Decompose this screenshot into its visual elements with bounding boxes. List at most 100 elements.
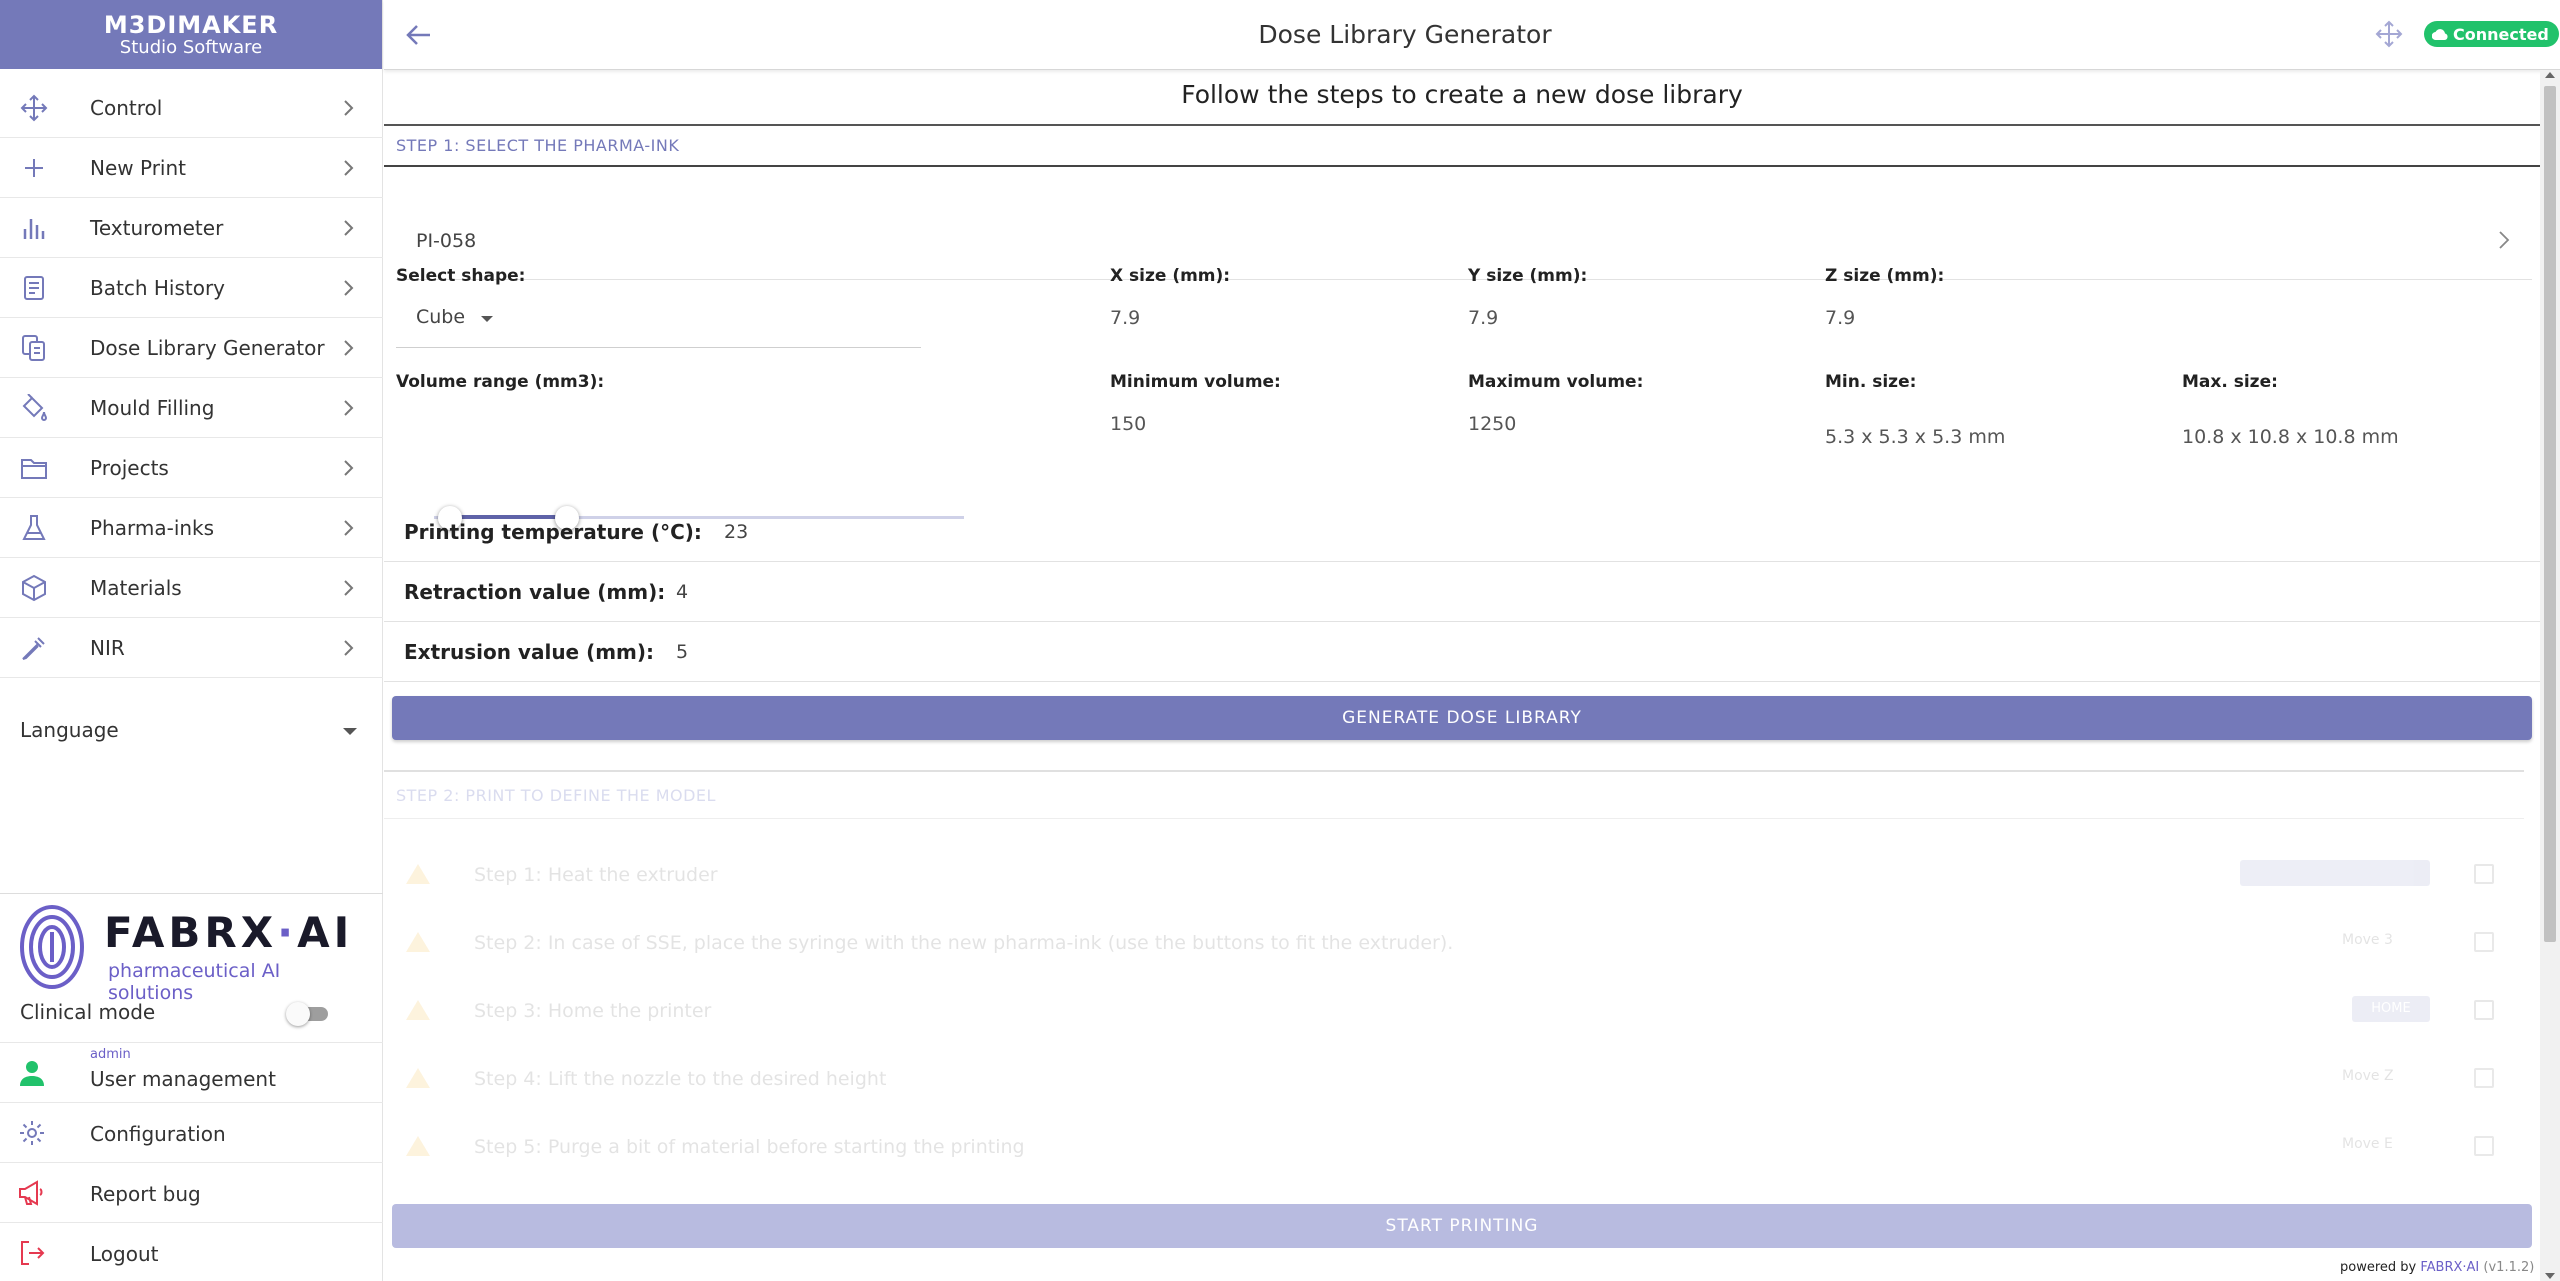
substep-lift-nozzle: Step 4: Lift the nozzle to the desired h… [384,1054,2540,1114]
footer-brand-link[interactable]: FABRX·AI [2420,1260,2479,1275]
nav-item-control[interactable]: Control [0,78,383,138]
folder-icon [20,454,48,482]
nav-item-mould-filling[interactable]: Mould Filling [0,378,383,438]
language-label: Language [20,718,119,742]
chevron-right-icon [344,519,354,536]
y-size-value[interactable]: 7.9 [1468,307,1498,329]
substep-heat-extruder: Step 1: Heat the extruder [384,850,2540,910]
move-button-label[interactable]: Move E [2342,1136,2393,1152]
plus-icon [20,154,48,182]
fingerprint-icon [20,905,84,989]
clinical-mode-toggle[interactable] [286,1002,330,1026]
flask-icon [20,514,48,542]
substep-text: Step 2: In case of SSE, place the syring… [474,932,1454,954]
warning-icon [406,1000,430,1020]
chevron-right-icon [344,99,354,116]
nav-item-dose-library-generator[interactable]: Dose Library Generator [0,318,383,378]
max-volume-value[interactable]: 1250 [1468,413,1516,435]
pharma-ink-value: PI-058 [416,230,477,252]
substep-checkbox[interactable] [2474,932,2494,952]
x-size-label: X size (mm): [1110,266,1231,286]
logout-label: Logout [90,1242,159,1266]
printing-temperature-row: Printing temperature (°C): 23 [384,502,2540,562]
select-shape-label: Select shape: [396,266,526,286]
toggle-knob [286,1002,310,1026]
start-printing-button[interactable]: START PRINTING [392,1204,2532,1248]
user-management-item[interactable]: admin User management [0,1042,383,1102]
generate-dose-library-button[interactable]: GENERATE DOSE LIBRARY [392,696,2532,740]
language-select[interactable]: Language [0,700,383,760]
nav-item-pharma-inks[interactable]: Pharma-inks [0,498,383,558]
extrusion-value[interactable]: 5 [676,641,688,663]
configuration-label: Configuration [90,1122,226,1146]
clinical-mode-label: Clinical mode [20,1000,156,1024]
substep-text: Step 1: Heat the extruder [474,864,718,886]
move-button-label[interactable]: Move 3 [2342,932,2393,948]
nav-item-texturometer[interactable]: Texturometer [0,198,383,258]
nav-item-batch-history[interactable]: Batch History [0,258,383,318]
nav-label: Texturometer [90,215,224,240]
min-volume-value[interactable]: 150 [1110,413,1146,435]
move-button-label[interactable]: Move Z [2342,1068,2394,1084]
home-button[interactable]: HOME [2352,996,2430,1022]
configuration-item[interactable]: Configuration [0,1102,383,1162]
retraction-row: Retraction value (mm): 4 [384,562,2540,622]
scroll-up-icon[interactable] [2545,72,2555,78]
divider [384,165,2540,167]
brand-tagline: pharmaceutical AI solutions [108,960,281,1004]
pharma-ink-selector[interactable]: PI-058 [396,220,2532,280]
nav-label: NIR [90,635,125,660]
z-size-value[interactable]: 7.9 [1825,307,1855,329]
logout-icon [18,1239,46,1267]
warning-icon [406,1068,430,1088]
pipette-icon [20,634,48,662]
substep-place-syringe: Step 2: In case of SSE, place the syring… [384,918,2540,978]
document-icon [20,274,48,302]
user-management-label: User management [90,1067,276,1091]
nav-label: Materials [90,575,182,600]
volume-range-label: Volume range (mm3): [396,372,605,392]
max-size-value: 10.8 x 10.8 x 10.8 mm [2182,426,2399,448]
chevron-right-icon [344,219,354,236]
substep-text: Step 3: Home the printer [474,1000,712,1022]
move-arrows-icon[interactable] [2374,19,2404,49]
user-icon [18,1059,46,1087]
app-header[interactable]: M3DIMAKER Studio Software [0,0,382,69]
scroll-down-icon[interactable] [2545,1273,2555,1279]
report-bug-item[interactable]: Report bug [0,1162,383,1222]
retraction-label: Retraction value (mm): [404,580,666,604]
nav-item-nir[interactable]: NIR [0,618,383,678]
chevron-right-icon [344,399,354,416]
min-size-value: 5.3 x 5.3 x 5.3 mm [1825,426,2006,448]
heat-extruder-button[interactable] [2240,860,2430,886]
page-subtitle: Follow the steps to create a new dose li… [1181,80,1743,109]
y-size-label: Y size (mm): [1468,266,1588,286]
nav-label: Batch History [90,275,225,300]
nav-label: Control [90,95,163,120]
nav-item-projects[interactable]: Projects [0,438,383,498]
chevron-right-icon [344,159,354,176]
shape-select[interactable]: Cube [396,294,921,348]
substep-text: Step 4: Lift the nozzle to the desired h… [474,1068,887,1090]
sidebar-footer: FABRX·AI pharmaceutical AI solutions Cli… [0,893,383,1281]
x-size-value[interactable]: 7.9 [1110,307,1140,329]
z-size-label: Z size (mm): [1825,266,1945,286]
retraction-value[interactable]: 4 [676,581,688,603]
scrollbar-thumb[interactable] [2544,86,2556,942]
step1-title: STEP 1: SELECT THE PHARMA-INK [396,136,680,155]
printing-temperature-value[interactable]: 23 [724,521,748,543]
substep-checkbox[interactable] [2474,1068,2494,1088]
nav-item-new-print[interactable]: New Print [0,138,383,198]
app-version: (v1.1.2) [2483,1260,2535,1275]
substep-checkbox[interactable] [2474,1000,2494,1020]
nav-item-materials[interactable]: Materials [0,558,383,618]
shape-value: Cube [416,306,466,328]
nav-label: New Print [90,155,186,180]
cloud-icon [2432,29,2448,40]
logout-item[interactable]: Logout [0,1222,383,1281]
substep-checkbox[interactable] [2474,1136,2494,1156]
extrusion-row: Extrusion value (mm): 5 [384,622,2540,682]
main-scrollbar[interactable] [2540,70,2560,1281]
top-bar: Dose Library Generator Connected [384,0,2560,70]
substep-checkbox[interactable] [2474,864,2494,884]
